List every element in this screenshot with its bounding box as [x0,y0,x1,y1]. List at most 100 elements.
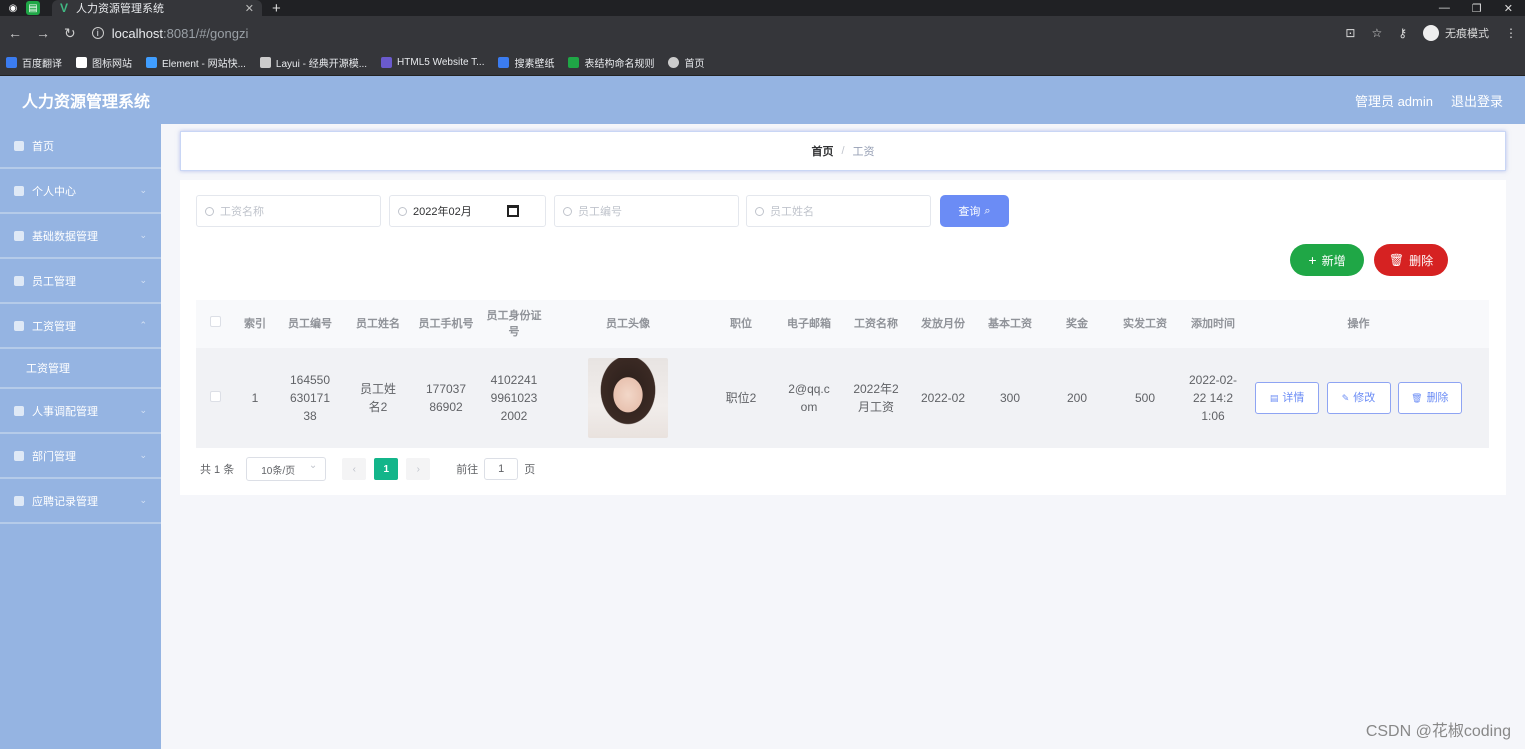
delete-label: 删除 [1426,392,1449,404]
chevron-down-icon: ⌄ [139,495,147,505]
translate-icon[interactable]: ⊡ [1345,26,1355,40]
bookmark-item[interactable]: HTML5 Website T... [381,57,484,68]
page-number-current[interactable]: 1 [374,458,399,480]
chevron-down-icon: ⌄ [139,275,147,285]
calendar-icon[interactable] [507,205,519,217]
close-icon[interactable]: ✕ [245,2,254,15]
info-icon[interactable]: i [91,27,104,39]
employee-name-placeholder: 员工姓名 [770,206,814,218]
app-title: 人力资源管理系统 [22,94,151,111]
window-close-icon[interactable]: ✕ [1504,2,1513,15]
row-checkbox[interactable] [209,391,221,402]
add-label: 新增 [1321,253,1346,268]
bookmark-label: 百度翻译 [22,59,62,70]
table-row[interactable]: 1 16455063017138 员工姓名2 17703786902 41022… [196,348,1489,448]
chevron-up-icon: ⌃ [139,320,147,330]
browser-address-bar: ← → ↻ i localhost:8081/#/gongzi ⊡ ☆ ⚷ 无痕… [0,16,1525,50]
row-delete-button[interactable]: 🗑 删除 [1397,382,1462,414]
clock-icon [14,405,24,416]
page-size-select[interactable]: 10条/页 [246,457,327,481]
forward-icon[interactable]: → [36,25,50,41]
detail-button[interactable]: ▤ 详情 [1255,382,1320,414]
vue-icon: V [60,1,69,15]
query-button[interactable]: 查询 ⌕ [940,195,1009,227]
bookmark-item[interactable]: 搜素壁纸 [498,55,554,70]
add-button[interactable]: + 新增 [1290,244,1364,276]
sidebar-item-home[interactable]: 首页 [0,124,161,169]
sidebar-subitem-salary[interactable]: 工资管理 [0,349,161,389]
sheet-icon[interactable]: ▤ [26,1,40,15]
mic-icon [14,320,24,331]
sidebar-item-applications[interactable]: 应聘记录管理 ⌄ [0,479,161,524]
minimize-icon[interactable]: — [1439,2,1450,15]
menu-icon[interactable]: ⋮ [1505,26,1517,40]
salary-table: 索引 员工编号 员工姓名 员工手机号 员工身份证号 员工头像 职位 电子邮箱 工… [196,300,1489,448]
wallpaper-icon [498,57,510,68]
bookmark-item[interactable]: 百度翻译 [6,55,62,70]
bookmark-label: 图标网站 [92,59,132,70]
col-header: 员工姓名 [356,318,400,330]
employee-avatar[interactable] [588,358,668,438]
goto-page-input[interactable]: 1 [484,458,519,480]
month-picker[interactable]: 2022年02月 [389,195,546,227]
bookmark-label: Element - 网站快... [162,59,246,70]
back-icon[interactable]: ← [8,25,22,41]
employee-number-placeholder: 员工编号 [578,206,622,218]
sidebar-item-hr-transfer[interactable]: 人事调配管理 ⌄ [0,389,161,434]
col-header: 索引 [244,318,266,330]
sidebar-item-department[interactable]: 部门管理 ⌄ [0,434,161,479]
cell-employee-number: 16455063017138 [289,373,331,423]
bookmark-item[interactable]: 首页 [668,55,704,70]
reload-icon[interactable]: ↻ [64,25,76,42]
globe-icon[interactable]: ◉ [6,1,20,15]
breadcrumb-home[interactable]: 首页 [811,143,833,159]
batch-delete-button[interactable]: 🗑 删除 [1374,244,1448,276]
sidebar-item-salary[interactable]: 工资管理 ⌃ [0,304,161,349]
user-icon [14,185,24,196]
star-icon[interactable]: ☆ [1371,26,1382,40]
new-tab-icon[interactable]: + [272,0,281,17]
search-icon [755,206,764,216]
trash-icon: 🗑 [1388,253,1405,267]
incognito-indicator[interactable]: 无痕模式 [1423,25,1489,41]
bookmarks-bar: 百度翻译 图标网站 Element - 网站快... Layui - 经典开源模… [0,50,1525,76]
chevron-down-icon: ⌄ [139,230,147,240]
edit-button[interactable]: ✎ 修改 [1326,382,1391,414]
salary-name-input[interactable]: 工资名称 [196,195,381,227]
plus-icon: + [1308,252,1317,268]
bookmark-item[interactable]: Element - 网站快... [146,55,246,70]
bookmark-label: 搜素壁纸 [514,59,555,70]
main-content: 工资名称 2022年02月 员工编号 员工姓名 查询 ⌕ + 新增 🗑 删除 索… [180,180,1506,495]
next-page-button[interactable]: › [406,458,431,480]
col-header: 工资名称 [854,318,898,330]
url-field[interactable]: i localhost:8081/#/gongzi [91,26,248,41]
browser-tab-active[interactable]: V 人力资源管理系统 ✕ [52,0,262,16]
bookmark-item[interactable]: Layui - 经典开源模... [259,55,367,70]
col-header: 员工编号 [288,318,332,330]
document-icon: ▤ [1269,393,1279,403]
salary-name-placeholder: 工资名称 [220,206,264,218]
bookmark-item[interactable]: 表结构命名规则 [568,55,654,70]
sidebar: 首页 个人中心 ⌄ 基础数据管理 ⌄ 员工管理 ⌄ 工资管理 ⌃ 工资管理 人事调配管理… [0,124,161,749]
goto-page: 前往 1 页 [456,458,535,480]
sidebar-item-employees[interactable]: 员工管理 ⌄ [0,259,161,304]
col-header: 发放月份 [921,318,965,330]
edit-icon: ✎ [1341,393,1350,403]
total-count: 共 1 条 [200,464,235,476]
prev-page-button[interactable]: ‹ [342,458,367,480]
cell-employee-name: 员工姓名2 [359,382,396,414]
sidebar-item-profile[interactable]: 个人中心 ⌄ [0,169,161,214]
document-icon [14,495,24,506]
logout-link[interactable]: 退出登录 [1451,91,1503,110]
select-all-checkbox[interactable] [209,316,221,327]
incognito-icon [1423,25,1439,41]
col-header: 职位 [730,318,752,330]
employee-name-input[interactable]: 员工姓名 [746,195,931,227]
sidebar-item-basic-data[interactable]: 基础数据管理 ⌄ [0,214,161,259]
restore-icon[interactable]: ❐ [1472,2,1482,15]
col-header: 添加时间 [1191,318,1235,330]
key-icon[interactable]: ⚷ [1398,26,1407,40]
employee-number-input[interactable]: 员工编号 [554,195,739,227]
bookmark-item[interactable]: 图标网站 [76,55,132,70]
sidebar-subitem-label: 工资管理 [26,363,70,375]
